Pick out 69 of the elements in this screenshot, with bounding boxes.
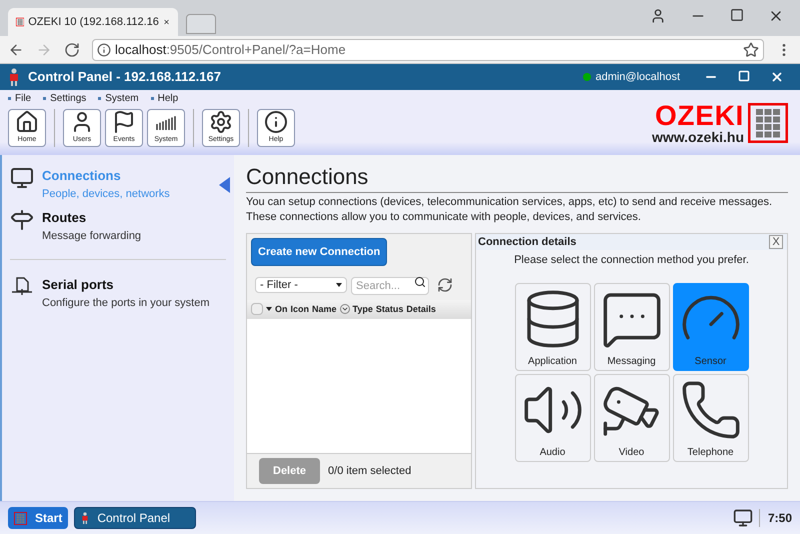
refresh-icon[interactable] bbox=[437, 277, 453, 294]
method-tile[interactable]: Telephone bbox=[672, 374, 748, 462]
sidebar-item-subtitle: Configure the ports in your system bbox=[42, 296, 210, 310]
taskbar-window-button[interactable]: Control Panel bbox=[74, 507, 196, 529]
close-icon[interactable] bbox=[770, 70, 784, 84]
sidebar-item-title: Serial ports bbox=[42, 276, 115, 294]
keypad-logo-icon bbox=[14, 512, 27, 524]
menu-item[interactable]: System bbox=[98, 91, 139, 106]
clock: 7:50 bbox=[758, 509, 792, 527]
method-tile[interactable]: Audio bbox=[514, 374, 590, 462]
selection-status: 0/0 item selected bbox=[328, 464, 412, 478]
column-header[interactable]: Details bbox=[406, 302, 436, 316]
profile-icon[interactable] bbox=[650, 8, 666, 24]
column-header[interactable]: On bbox=[275, 302, 288, 316]
column-header[interactable]: Type bbox=[352, 302, 373, 316]
sidebar-item-subtitle: Message forwarding bbox=[42, 228, 142, 244]
method-tile[interactable]: Video bbox=[594, 374, 670, 462]
reload-icon[interactable] bbox=[64, 42, 80, 58]
caret-icon[interactable] bbox=[266, 307, 272, 312]
home-icon bbox=[15, 110, 39, 134]
bookmark-icon[interactable] bbox=[743, 42, 759, 58]
column-header[interactable]: Name bbox=[312, 302, 337, 316]
panel-prompt: Please select the connection method you prefer. bbox=[513, 253, 750, 268]
user-name: admin@localhost bbox=[595, 70, 680, 85]
menu-item[interactable]: File bbox=[8, 91, 32, 106]
maximize-icon[interactable] bbox=[730, 8, 744, 22]
info-icon bbox=[97, 42, 111, 56]
keypad-logo-icon bbox=[16, 15, 24, 29]
panel-title: Connection details bbox=[478, 234, 576, 250]
robot-icon bbox=[8, 68, 20, 86]
search-icon bbox=[414, 276, 426, 288]
selection-arrow-icon bbox=[219, 177, 230, 193]
method-tile[interactable]: Sensor bbox=[672, 282, 748, 371]
settings-icon bbox=[209, 110, 233, 134]
tab-title: OZEKI 10 (192.168.112.16 bbox=[28, 14, 159, 30]
sidebar-item-title: Routes bbox=[42, 209, 88, 227]
url-text: localhost:9505/Control+Panel/?a=Home bbox=[115, 40, 346, 59]
page-description: You can setup connections (devices, telecommunication services, apps, etc) to send and receive messages. These connections allow you to communicate with people, devices, and services. bbox=[246, 194, 774, 225]
back-icon[interactable] bbox=[8, 42, 24, 58]
logo-text: OZEKI bbox=[654, 102, 744, 130]
menu-item[interactable]: Help bbox=[150, 91, 178, 106]
sidebar-item-subtitle: People, devices, networks bbox=[42, 186, 170, 202]
robot-icon bbox=[81, 511, 90, 525]
sort-icon[interactable] bbox=[340, 304, 350, 314]
info-icon bbox=[264, 110, 288, 134]
column-header[interactable]: Status bbox=[376, 302, 404, 316]
page-title: Connections bbox=[246, 163, 788, 192]
create-connection-button[interactable]: Create new Connection bbox=[251, 238, 388, 266]
address-field[interactable]: localhost:9505/Control+Panel/?a=Home bbox=[92, 38, 764, 60]
menu-item[interactable]: Settings bbox=[43, 91, 86, 106]
monitor-icon[interactable] bbox=[732, 508, 753, 528]
filter-dropdown[interactable]: - Filter - bbox=[255, 277, 347, 294]
caret-icon bbox=[336, 283, 342, 288]
method-tile[interactable]: Application bbox=[514, 282, 590, 371]
signpost-icon bbox=[10, 208, 34, 232]
keypad-logo-icon bbox=[748, 102, 788, 142]
search-field[interactable]: Search... bbox=[351, 277, 429, 296]
app-title: Control Panel - 192.168.112.167 bbox=[28, 68, 221, 86]
start-button[interactable]: Start bbox=[8, 507, 68, 529]
sidebar-item[interactable]: Serial ports Configure the ports in your system bbox=[2, 272, 234, 314]
flag-icon bbox=[112, 110, 136, 134]
method-tile[interactable]: Messaging bbox=[594, 282, 670, 371]
browser-tab[interactable]: OZEKI 10 (192.168.112.16 bbox=[8, 8, 178, 36]
sidebar-item-title: Connections bbox=[42, 167, 122, 185]
logo-url: www.ozeki.hu bbox=[652, 130, 744, 144]
close-button[interactable]: X bbox=[769, 235, 783, 249]
select-all-checkbox[interactable] bbox=[251, 303, 263, 316]
column-header[interactable]: Icon bbox=[290, 302, 310, 316]
sidebar-item[interactable]: Routes Message forwarding bbox=[2, 205, 234, 247]
